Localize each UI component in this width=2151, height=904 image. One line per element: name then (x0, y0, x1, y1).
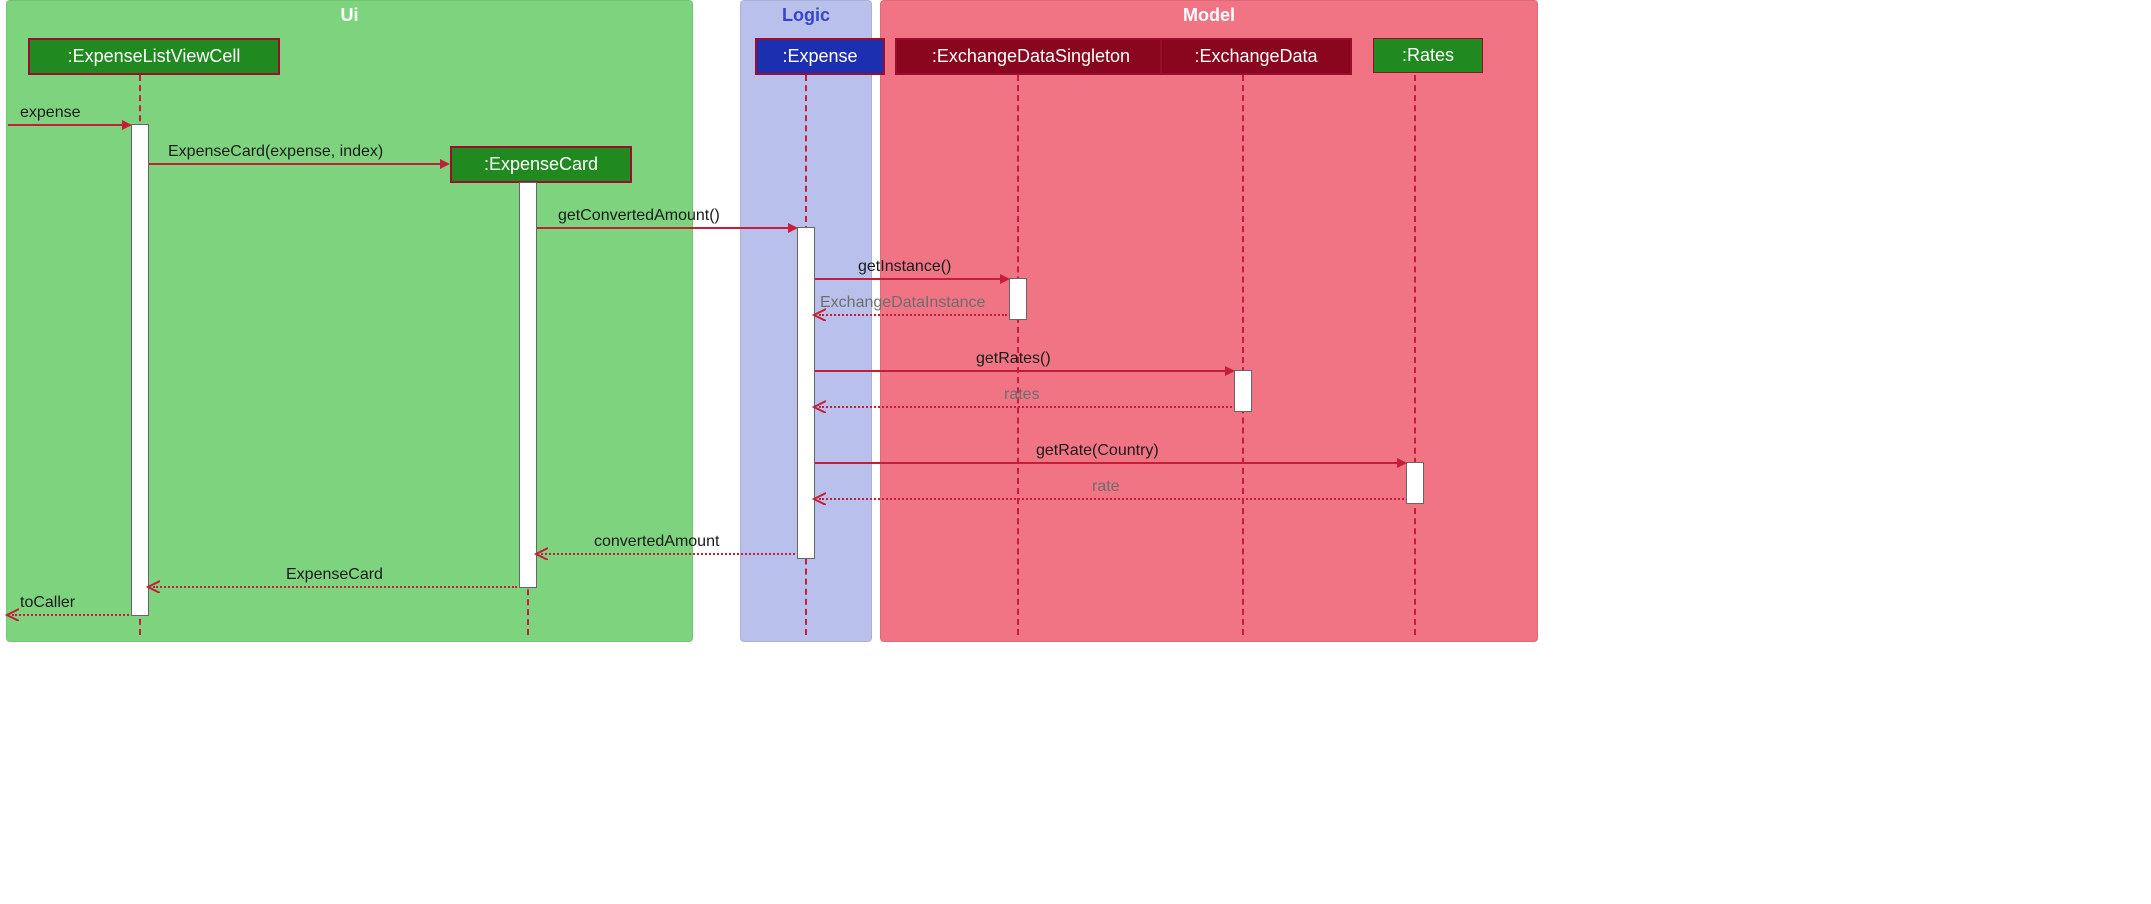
lifeline-label: :ExpenseListViewCell (68, 46, 241, 66)
lifeline-exchange-data: :ExchangeData (1160, 38, 1352, 75)
msg-line (8, 124, 127, 126)
msg-line-return (819, 406, 1232, 408)
msg-line (815, 370, 1230, 372)
partition-model: Model (880, 0, 1538, 642)
msg-label: getRate(Country) (1036, 442, 1159, 460)
msg-label: getConvertedAmount() (558, 207, 720, 225)
msg-label: getRates() (976, 350, 1051, 368)
msg-label: expense (20, 104, 81, 122)
msg-label: toCaller (20, 594, 75, 612)
msg-label: rates (1004, 386, 1040, 404)
msg-line (149, 163, 445, 165)
lifeline-label: :Rates (1402, 45, 1454, 65)
msg-line (815, 462, 1402, 464)
msg-label: rate (1092, 478, 1120, 496)
partition-model-title: Model (881, 5, 1537, 26)
lifeline-exchange-data-singleton: :ExchangeDataSingleton (895, 38, 1167, 75)
msg-line (815, 278, 1005, 280)
msg-label: getInstance() (858, 258, 951, 276)
lifeline-label: :ExpenseCard (484, 154, 598, 174)
activation-expense-list-view-cell (131, 124, 149, 616)
lifeline-expense-list-view-cell: :ExpenseListViewCell (28, 38, 280, 75)
lifeline-expense: :Expense (755, 38, 885, 75)
lifeline-rates: :Rates (1373, 38, 1483, 73)
activation-expense-card (519, 182, 537, 588)
msg-label: ExchangeDataInstance (820, 294, 985, 312)
lifeline-expense-card: :ExpenseCard (450, 146, 632, 183)
lifeline-label: :ExchangeDataSingleton (932, 46, 1130, 66)
activation-rates (1406, 462, 1424, 504)
msg-line-return (819, 314, 1007, 316)
msg-line-return (819, 498, 1404, 500)
msg-label: ExpenseCard(expense, index) (168, 143, 383, 161)
msg-label: convertedAmount (594, 533, 719, 551)
dash-line (1242, 75, 1244, 635)
msg-line (537, 227, 793, 229)
activation-exchange-data (1234, 370, 1252, 412)
activation-expense (797, 227, 815, 559)
msg-label: ExpenseCard (286, 566, 383, 584)
partition-logic-title: Logic (741, 5, 871, 26)
sequence-diagram: Ui Logic Model :ExpenseListViewCell :Exp… (0, 0, 1544, 650)
dash-line (1414, 75, 1416, 635)
partition-ui: Ui (6, 0, 693, 642)
partition-ui-title: Ui (7, 5, 692, 26)
lifeline-label: :Expense (782, 46, 857, 66)
activation-exchange-data-singleton (1009, 278, 1027, 320)
lifeline-label: :ExchangeData (1194, 46, 1317, 66)
msg-line-return (12, 614, 129, 616)
msg-line-return (541, 553, 795, 555)
msg-line-return (153, 586, 517, 588)
